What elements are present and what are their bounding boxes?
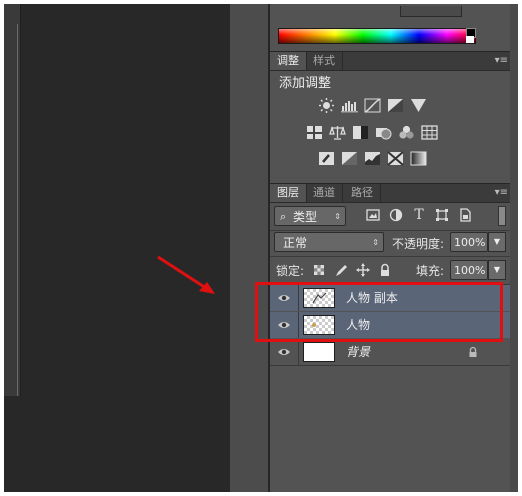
curves-icon[interactable] — [364, 98, 381, 113]
color-panel — [270, 4, 514, 46]
lock-all-icon[interactable] — [378, 263, 392, 277]
fill-dropdown-button[interactable]: ▼ — [488, 260, 506, 280]
photo-filter-icon[interactable] — [375, 125, 392, 140]
hue-saturation-icon[interactable] — [306, 125, 323, 140]
row-divider — [298, 339, 299, 365]
selective-color-icon[interactable] — [387, 151, 404, 166]
type-filter-icon[interactable]: T — [412, 207, 426, 223]
layer-thumbnail — [303, 342, 335, 362]
color-lookup-icon[interactable] — [421, 125, 438, 140]
tab-paths[interactable]: 路径 — [344, 184, 381, 202]
panel-menu-icon[interactable]: ▾≡ — [495, 52, 508, 70]
tab-layers[interactable]: 图层 — [270, 184, 307, 202]
gradient-map-icon[interactable] — [410, 151, 427, 166]
panel-dock-gap — [230, 4, 268, 492]
layers-tabbar: 图层 通道 路径 ▾≡ — [270, 183, 514, 203]
invert-icon[interactable] — [318, 151, 335, 166]
color-spectrum[interactable] — [278, 28, 476, 44]
filter-type-label: 类型 — [293, 210, 318, 224]
black-white-icon[interactable] — [352, 125, 369, 140]
blend-mode-dropdown[interactable]: 正常 ⇕ — [274, 232, 384, 252]
left-panel-strip[interactable] — [4, 4, 21, 396]
adjustment-icons-row-3 — [318, 151, 427, 166]
color-panel-button[interactable] — [400, 6, 462, 17]
layer-filter-dropdown[interactable]: ⌕ 类型 ⇕ — [274, 206, 346, 226]
red-arrow-annotation — [157, 255, 215, 294]
tab-styles[interactable]: 样式 — [306, 52, 343, 70]
white-swatch[interactable] — [466, 36, 474, 43]
lock-position-icon[interactable] — [356, 263, 370, 277]
shape-filter-icon[interactable] — [435, 208, 449, 222]
strip-divider — [17, 24, 18, 396]
tab-adjustments[interactable]: 调整 — [270, 52, 307, 70]
selection-highlight-box — [255, 282, 503, 342]
layer-name[interactable]: 背景 — [346, 339, 370, 365]
color-balance-icon[interactable] — [329, 125, 346, 140]
vibrance-icon[interactable] — [410, 98, 427, 113]
right-panel-dock: 调整 样式 ▾≡ 添加调整 图层 通道 路径 ▾≡ ⌕ 类型 ⇕ T 正常 ⇕ … — [270, 4, 514, 492]
adjustments-title: 添加调整 — [279, 76, 332, 91]
layer-row[interactable]: 背景 — [270, 339, 514, 365]
opacity-input[interactable]: 100% — [450, 232, 488, 252]
adjustment-filter-icon[interactable] — [389, 208, 403, 222]
pixel-filter-icon[interactable] — [366, 208, 380, 222]
opacity-dropdown-button[interactable]: ▼ — [488, 232, 506, 252]
divider — [270, 256, 514, 257]
fill-input[interactable]: 100% — [450, 260, 488, 280]
filter-toggle-switch[interactable] — [498, 206, 506, 226]
tab-channels[interactable]: 通道 — [306, 184, 343, 202]
canvas-area[interactable] — [4, 4, 230, 492]
blend-mode-value: 正常 — [283, 236, 308, 250]
smart-object-filter-icon[interactable] — [458, 208, 472, 222]
posterize-icon[interactable] — [341, 151, 358, 166]
updown-arrow-icon: ⇕ — [372, 238, 379, 247]
divider — [270, 365, 514, 366]
right-scrollbar[interactable] — [510, 4, 518, 492]
updown-arrow-icon: ⇕ — [334, 212, 341, 221]
exposure-icon[interactable] — [387, 98, 404, 113]
threshold-icon[interactable] — [364, 151, 381, 166]
opacity-label: 不透明度: — [392, 237, 445, 251]
channel-mixer-icon[interactable] — [398, 125, 415, 140]
adjustments-tabbar: 调整 样式 ▾≡ — [270, 51, 514, 71]
adjustment-icons-row-2 — [306, 125, 438, 140]
levels-icon[interactable] — [341, 98, 358, 113]
panel-menu-icon[interactable]: ▾≡ — [495, 184, 508, 202]
lock-image-pixels-icon[interactable] — [334, 263, 348, 277]
eye-icon[interactable] — [277, 345, 291, 359]
lock-transparent-pixels-icon[interactable] — [312, 263, 326, 277]
lock-icon — [469, 346, 477, 357]
brightness-contrast-icon[interactable] — [318, 98, 335, 113]
fill-label: 填充: — [416, 264, 445, 278]
divider — [270, 230, 514, 231]
lock-label: 锁定: — [276, 264, 305, 278]
adjustment-icons-row-1 — [318, 98, 427, 113]
search-icon: ⌕ — [280, 210, 287, 223]
